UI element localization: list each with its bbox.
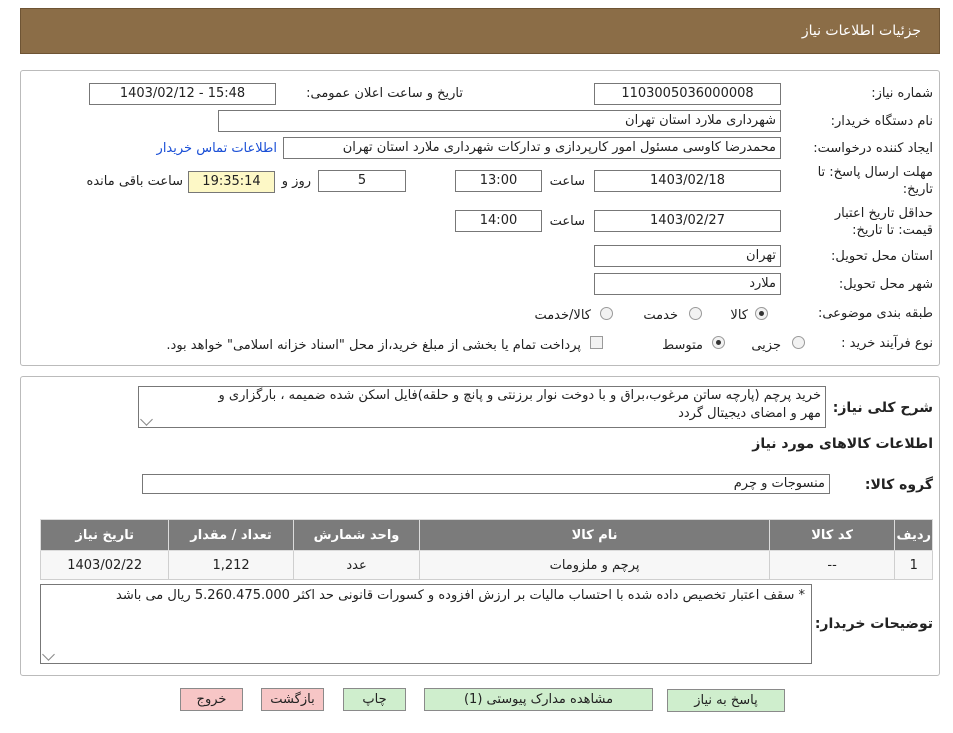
process-radio-minor[interactable] — [792, 336, 805, 349]
process-option-minor: جزیی — [751, 338, 781, 353]
validity-time-label: ساعت — [549, 214, 585, 229]
cell-qty: 1,212 — [168, 550, 294, 580]
cell-name: پرچم و ملزومات — [419, 550, 770, 580]
validity-time-field: 14:00 — [455, 210, 542, 232]
page-header: جزئیات اطلاعات نیاز — [20, 8, 940, 54]
col-qty: تعداد / مقدار — [168, 519, 294, 551]
validity-label-line1: حداقل تاریخ اعتبار — [834, 206, 933, 221]
need-number-label: شماره نیاز: — [871, 86, 933, 101]
reply-button[interactable]: پاسخ به نیاز — [667, 689, 785, 712]
days-field: 5 — [318, 170, 406, 192]
exit-button[interactable]: خروج — [180, 688, 243, 711]
table-row: 1 -- پرچم و ملزومات عدد 1,212 1403/02/22 — [39, 550, 933, 580]
goods-group-field: منسوجات و چرم — [142, 474, 830, 494]
deadline-label-line1: مهلت ارسال پاسخ: تا — [817, 165, 933, 180]
category-label: طبقه بندی موضوعی: — [817, 306, 933, 321]
need-number-field: 1103005036000008 — [594, 83, 781, 105]
buyer-notes-label: توضیحات خریدار: — [814, 616, 933, 632]
requester-field: محمدرضا کاوسی مسئول امور کارپردازی و تدا… — [283, 137, 781, 159]
province-field: تهران — [594, 245, 781, 267]
category-option-service: خدمت — [643, 308, 678, 323]
summary-box: خرید پرچم (پارچه ساتن مرغوب،براق و با دو… — [138, 386, 826, 428]
deadline-date-field: 1403/02/18 — [594, 170, 781, 192]
summary-line-1: خرید پرچم (پارچه ساتن مرغوب،براق و با دو… — [218, 388, 821, 403]
col-unit: واحد شمارش — [292, 519, 421, 551]
treasury-note: پرداخت تمام یا بخشی از مبلغ خرید،از محل … — [166, 338, 581, 353]
category-option-goods-service: کالا/خدمت — [534, 308, 591, 323]
city-label: شهر محل تحویل: — [838, 277, 933, 292]
deadline-label-line2: تاریخ: — [902, 182, 933, 197]
buyer-notes-box: * سقف اعتبار تخصیص داده شده با احتساب ما… — [40, 584, 812, 664]
requester-label: ایجاد کننده درخواست: — [813, 141, 933, 156]
goods-table: ردیف کد کالا نام کالا واحد شمارش تعداد /… — [39, 519, 933, 580]
goods-group-label: گروه کالا: — [864, 477, 933, 493]
process-radio-medium[interactable] — [712, 336, 725, 349]
page-title: جزئیات اطلاعات نیاز — [801, 23, 921, 39]
category-option-goods: کالا — [730, 308, 748, 323]
back-button[interactable]: بازگشت — [261, 688, 324, 711]
remaining-time-field: 19:35:14 — [188, 171, 275, 193]
col-row: ردیف — [894, 519, 933, 551]
category-radio-goods[interactable] — [755, 307, 768, 320]
buyer-org-field: شهرداری ملارد استان تهران — [218, 110, 781, 132]
summary-line-2: مهر و امضای دیجیتال گردد — [678, 406, 821, 421]
announce-field: 1403/02/12 - 15:48 — [89, 83, 276, 105]
col-date: تاریخ نیاز — [39, 519, 170, 551]
treasury-checkbox[interactable] — [590, 336, 603, 349]
announce-label: تاریخ و ساعت اعلان عمومی: — [306, 86, 463, 101]
deadline-time-label: ساعت — [549, 174, 585, 189]
buyer-contact-link[interactable]: اطلاعات تماس خریدار — [157, 141, 277, 156]
cell-unit: عدد — [292, 550, 421, 580]
col-name: نام کالا — [419, 519, 770, 551]
deadline-time-field: 13:00 — [455, 170, 542, 192]
process-option-medium: متوسط — [662, 338, 703, 353]
city-field: ملارد — [594, 273, 781, 295]
col-code: کد کالا — [768, 519, 896, 551]
category-radio-goods-service[interactable] — [600, 307, 613, 320]
province-label: استان محل تحویل: — [831, 249, 933, 264]
goods-section-title: اطلاعات کالاهای مورد نیاز — [752, 436, 933, 452]
print-button[interactable]: چاپ — [343, 688, 406, 711]
buyer-notes-text: * سقف اعتبار تخصیص داده شده با احتساب ما… — [116, 588, 805, 603]
days-label: روز و — [281, 174, 311, 189]
remaining-label: ساعت باقی مانده — [86, 174, 183, 189]
validity-date-field: 1403/02/27 — [594, 210, 781, 232]
summary-label: شرح کلی نیاز: — [832, 400, 933, 416]
validity-label-line2: قیمت: تا تاریخ: — [852, 223, 933, 238]
cell-row: 1 — [894, 550, 933, 580]
process-label: نوع فرآیند خرید : — [841, 336, 933, 351]
view-documents-button[interactable]: مشاهده مدارک پیوستی (1) — [424, 688, 653, 711]
buyer-org-label: نام دستگاه خریدار: — [830, 114, 933, 129]
cell-date: 1403/02/22 — [39, 550, 170, 580]
goods-table-header: ردیف کد کالا نام کالا واحد شمارش تعداد /… — [39, 519, 933, 551]
cell-code: -- — [768, 550, 896, 580]
category-radio-service[interactable] — [689, 307, 702, 320]
